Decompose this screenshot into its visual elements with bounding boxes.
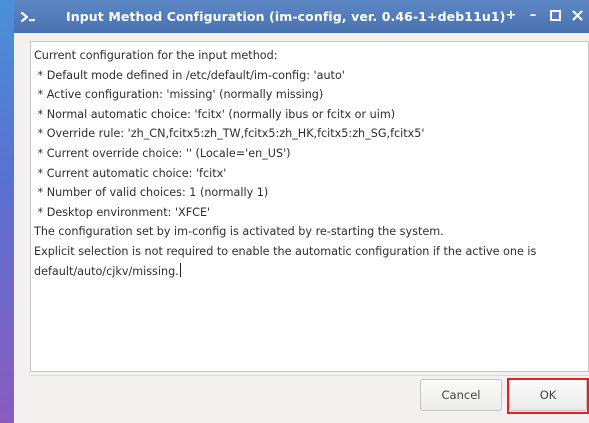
- window-titlebar[interactable]: Input Method Configuration (im-config, v…: [14, 0, 589, 33]
- text-paragraph: Explicit selection is not required to en…: [34, 242, 580, 281]
- keyboard-app-icon: [20, 9, 38, 23]
- pin-button[interactable]: +: [502, 7, 520, 25]
- close-icon: [568, 10, 586, 21]
- text-line: Current configuration for the input meth…: [34, 49, 278, 62]
- minimize-icon: –: [529, 8, 537, 23]
- maximize-icon: [546, 10, 564, 21]
- text-line: * Current override choice: '' (Locale='e…: [34, 146, 291, 160]
- text-line: * Active configuration: 'missing' (norma…: [34, 88, 324, 102]
- pin-icon: +: [505, 8, 517, 23]
- close-button[interactable]: [568, 7, 586, 25]
- window-title: Input Method Configuration (im-config, v…: [66, 9, 506, 24]
- text-line: * Current automatic choice: 'fcitx': [34, 166, 227, 180]
- maximize-button[interactable]: [546, 7, 564, 25]
- text-line: Explicit selection is not required to en…: [34, 244, 537, 278]
- text-line: * Normal automatic choice: 'fcitx' (norm…: [34, 107, 396, 121]
- button-separator: [30, 375, 589, 376]
- cancel-button[interactable]: Cancel: [420, 379, 502, 411]
- text-line: The configuration set by im-config is ac…: [34, 225, 444, 239]
- ok-button[interactable]: OK: [509, 379, 587, 411]
- text-line: * Default mode defined in /etc/default/i…: [34, 68, 345, 82]
- im-config-dialog: Input Method Configuration (im-config, v…: [14, 0, 589, 423]
- text-line: * Desktop environment: 'XFCE': [34, 205, 211, 219]
- desktop-background: [0, 0, 14, 423]
- minimize-button[interactable]: –: [524, 7, 542, 25]
- configuration-text-area[interactable]: Current configuration for the input meth…: [30, 41, 589, 372]
- text-caret: [179, 262, 181, 277]
- text-line: * Number of valid choices: 1 (normally 1…: [34, 186, 269, 200]
- text-line: * Override rule: 'zh_CN,fcitx5:zh_TW,fci…: [34, 127, 425, 141]
